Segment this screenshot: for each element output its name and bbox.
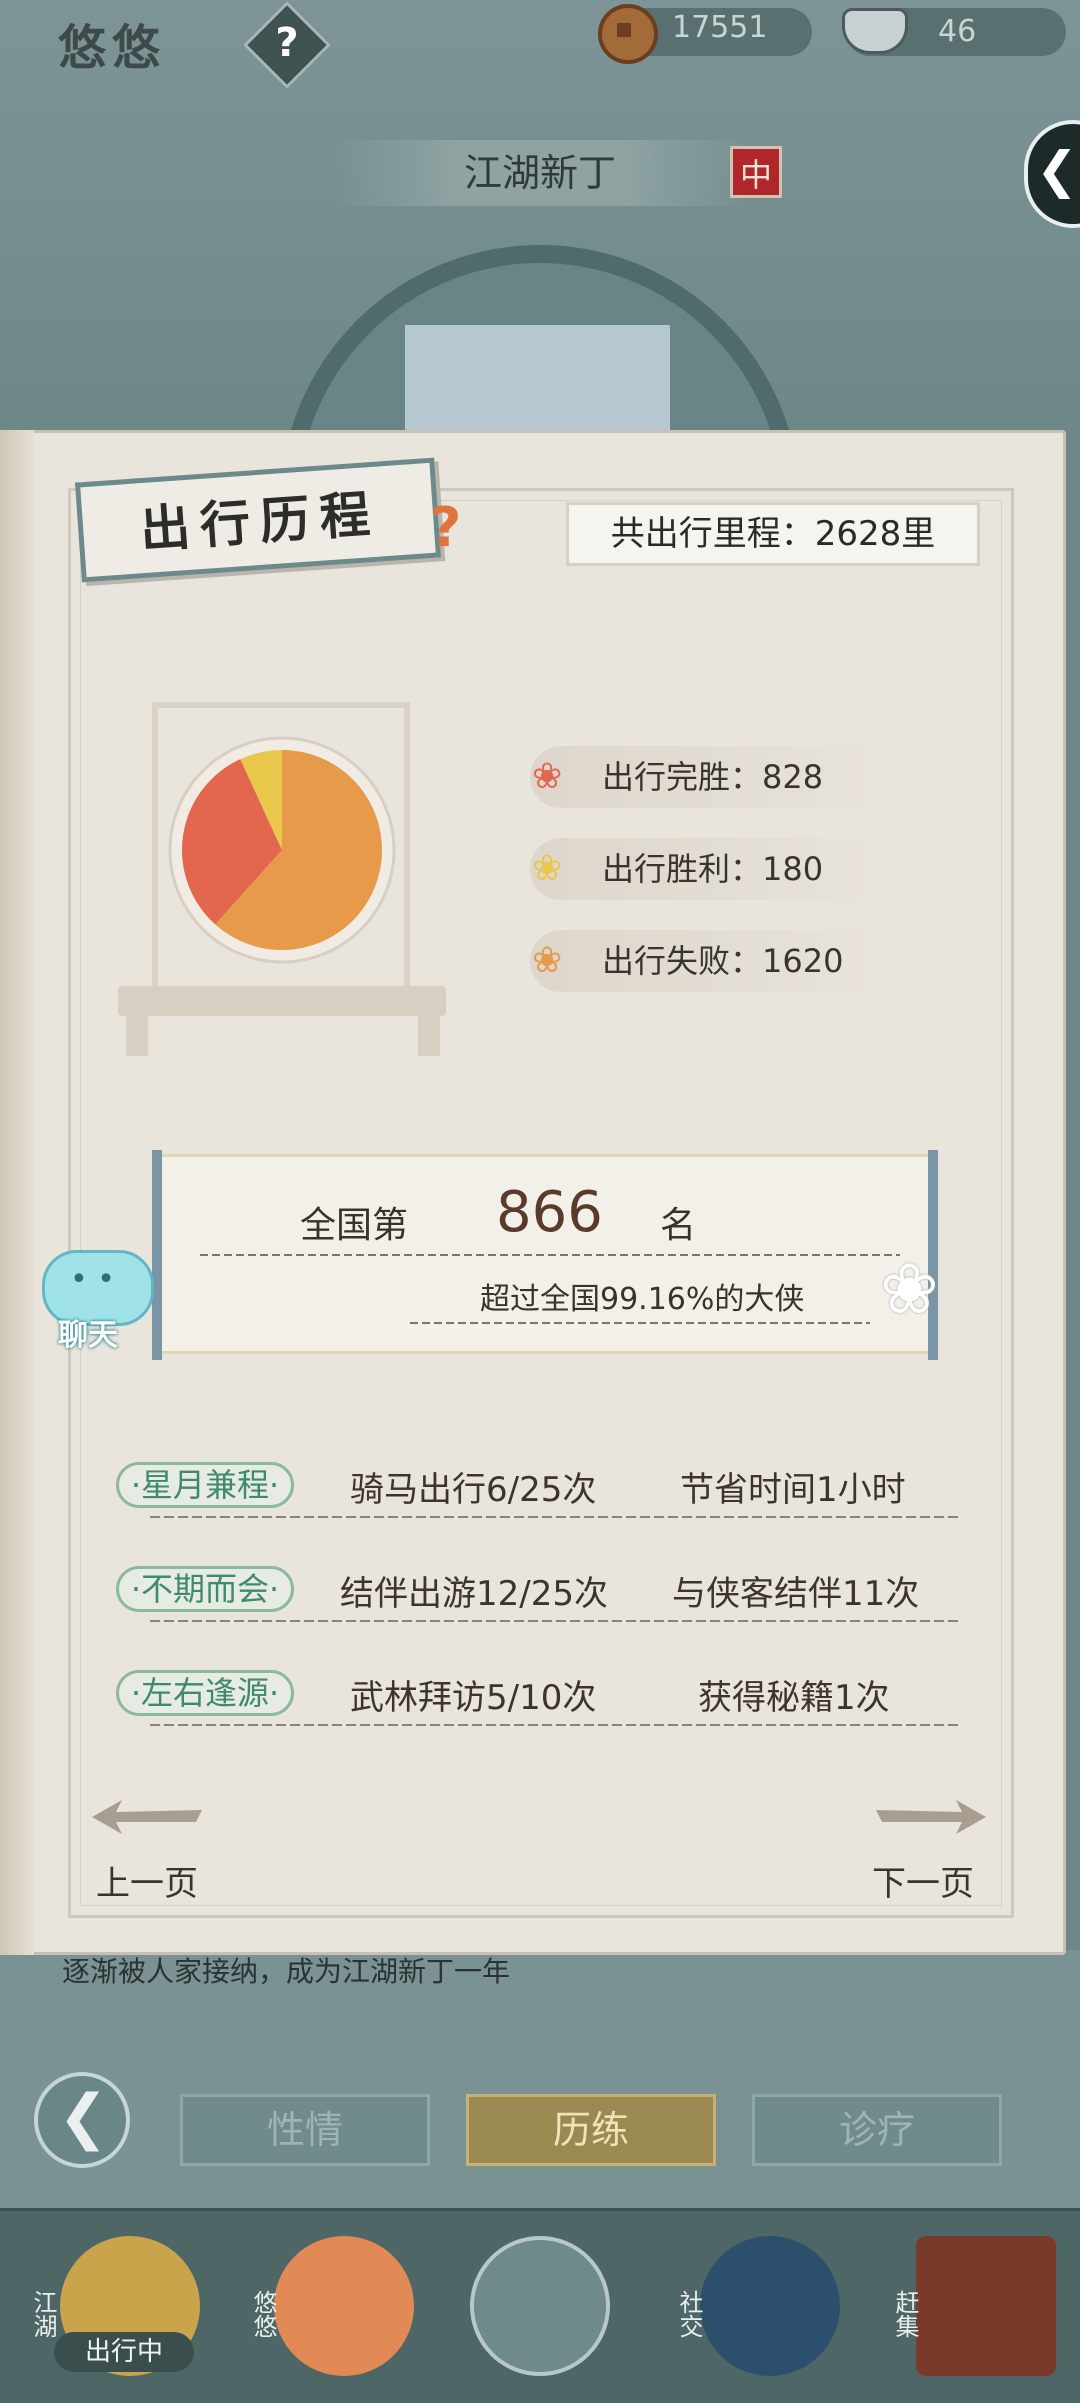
next-page-button[interactable]: 下一页 (872, 1856, 974, 1905)
activity-reward: 与侠客结伴11次 (672, 1574, 920, 1614)
scroll-rod-left (152, 1150, 162, 1360)
nav-label-social[interactable]: 社交 (672, 2290, 707, 2338)
flower-icon-red: ❀ (532, 756, 563, 797)
market-basket-icon[interactable] (916, 2236, 1056, 2376)
activity-progress: 结伴出游12/25次 (340, 1574, 608, 1614)
coin-hole (617, 23, 631, 37)
activity-tag: ·星月兼程· (116, 1462, 294, 1508)
divider (410, 1322, 870, 1324)
rank-prefix: 全国第 (300, 1205, 409, 1246)
chat-label[interactable]: 聊天 (58, 1310, 118, 1354)
tab-treatment[interactable]: 诊疗 (752, 2094, 1002, 2166)
nav-label-jianghu[interactable]: 江湖 (26, 2290, 61, 2338)
nav-label-youyou[interactable]: 悠悠 (246, 2290, 281, 2338)
chevron-left-icon[interactable]: ❮ (1036, 140, 1078, 200)
rank-number: 866 (496, 1180, 603, 1245)
activity-progress: 骑马出行6/25次 (350, 1470, 597, 1510)
divider (150, 1724, 960, 1726)
white-flower-icon: ❀ (880, 1248, 939, 1330)
tab-temperament[interactable]: 性情 (180, 2094, 430, 2166)
pie-stand-leg (418, 1012, 440, 1056)
help-icon[interactable]: ? (256, 12, 318, 74)
rank-percentile: 超过全国99.16%的大侠 (480, 1282, 805, 1317)
social-nav-icon[interactable] (700, 2236, 840, 2376)
rank-suffix: 名 (660, 1205, 697, 1246)
flower-icon-orange: ❀ (532, 940, 563, 981)
divider (150, 1620, 960, 1622)
stat-win: 出行胜利：180 (602, 850, 824, 888)
stat-loss: 出行失败：1620 (602, 942, 844, 980)
stat-perfect-win: 出行完胜：828 (602, 758, 824, 796)
ingot-value: 46 (938, 14, 977, 49)
activity-tag: ·不期而会· (116, 1566, 294, 1612)
youyou-nav-icon[interactable] (274, 2236, 414, 2376)
divider (200, 1254, 900, 1256)
book-spine (0, 430, 34, 1955)
tab-training[interactable]: 历练 (466, 2094, 716, 2166)
flower-icon-yellow: ❀ (532, 848, 563, 889)
pie-stand-leg (126, 1012, 148, 1056)
traveling-status-badge: 出行中 (54, 2332, 194, 2372)
player-name: 悠悠 (58, 20, 167, 76)
section-help-icon[interactable]: ? (430, 496, 461, 559)
seal-badge: 中 (730, 146, 782, 198)
back-arrow-icon[interactable]: ❮ (58, 2082, 108, 2152)
arrow-right-icon[interactable] (876, 1800, 986, 1834)
rank-title: 江湖新丁 (463, 151, 616, 195)
activity-reward: 获得秘籍1次 (698, 1678, 890, 1718)
chat-face-icon[interactable]: • • (70, 1262, 115, 1297)
pie-slices (182, 750, 382, 950)
activity-reward: 节省时间1小时 (680, 1470, 906, 1510)
arrow-left-icon[interactable] (92, 1800, 202, 1834)
silver-ingot-icon (842, 8, 908, 54)
pie-stand-base (118, 986, 446, 1016)
nav-label-market[interactable]: 赶集 (888, 2290, 923, 2338)
travel-result-pie-chart (168, 736, 396, 964)
story-text: 逐渐被人家接纳，成为江湖新丁一年 (62, 1955, 511, 1988)
coin-value: 17551 (672, 10, 768, 45)
prev-page-button[interactable]: 上一页 (96, 1856, 198, 1905)
total-distance: 共出行里程：2628里 (610, 514, 936, 554)
divider (150, 1516, 960, 1518)
compass-star-icon[interactable] (470, 2236, 610, 2376)
activity-progress: 武林拜访5/10次 (350, 1678, 597, 1718)
activity-tag: ·左右逢源· (116, 1670, 294, 1716)
